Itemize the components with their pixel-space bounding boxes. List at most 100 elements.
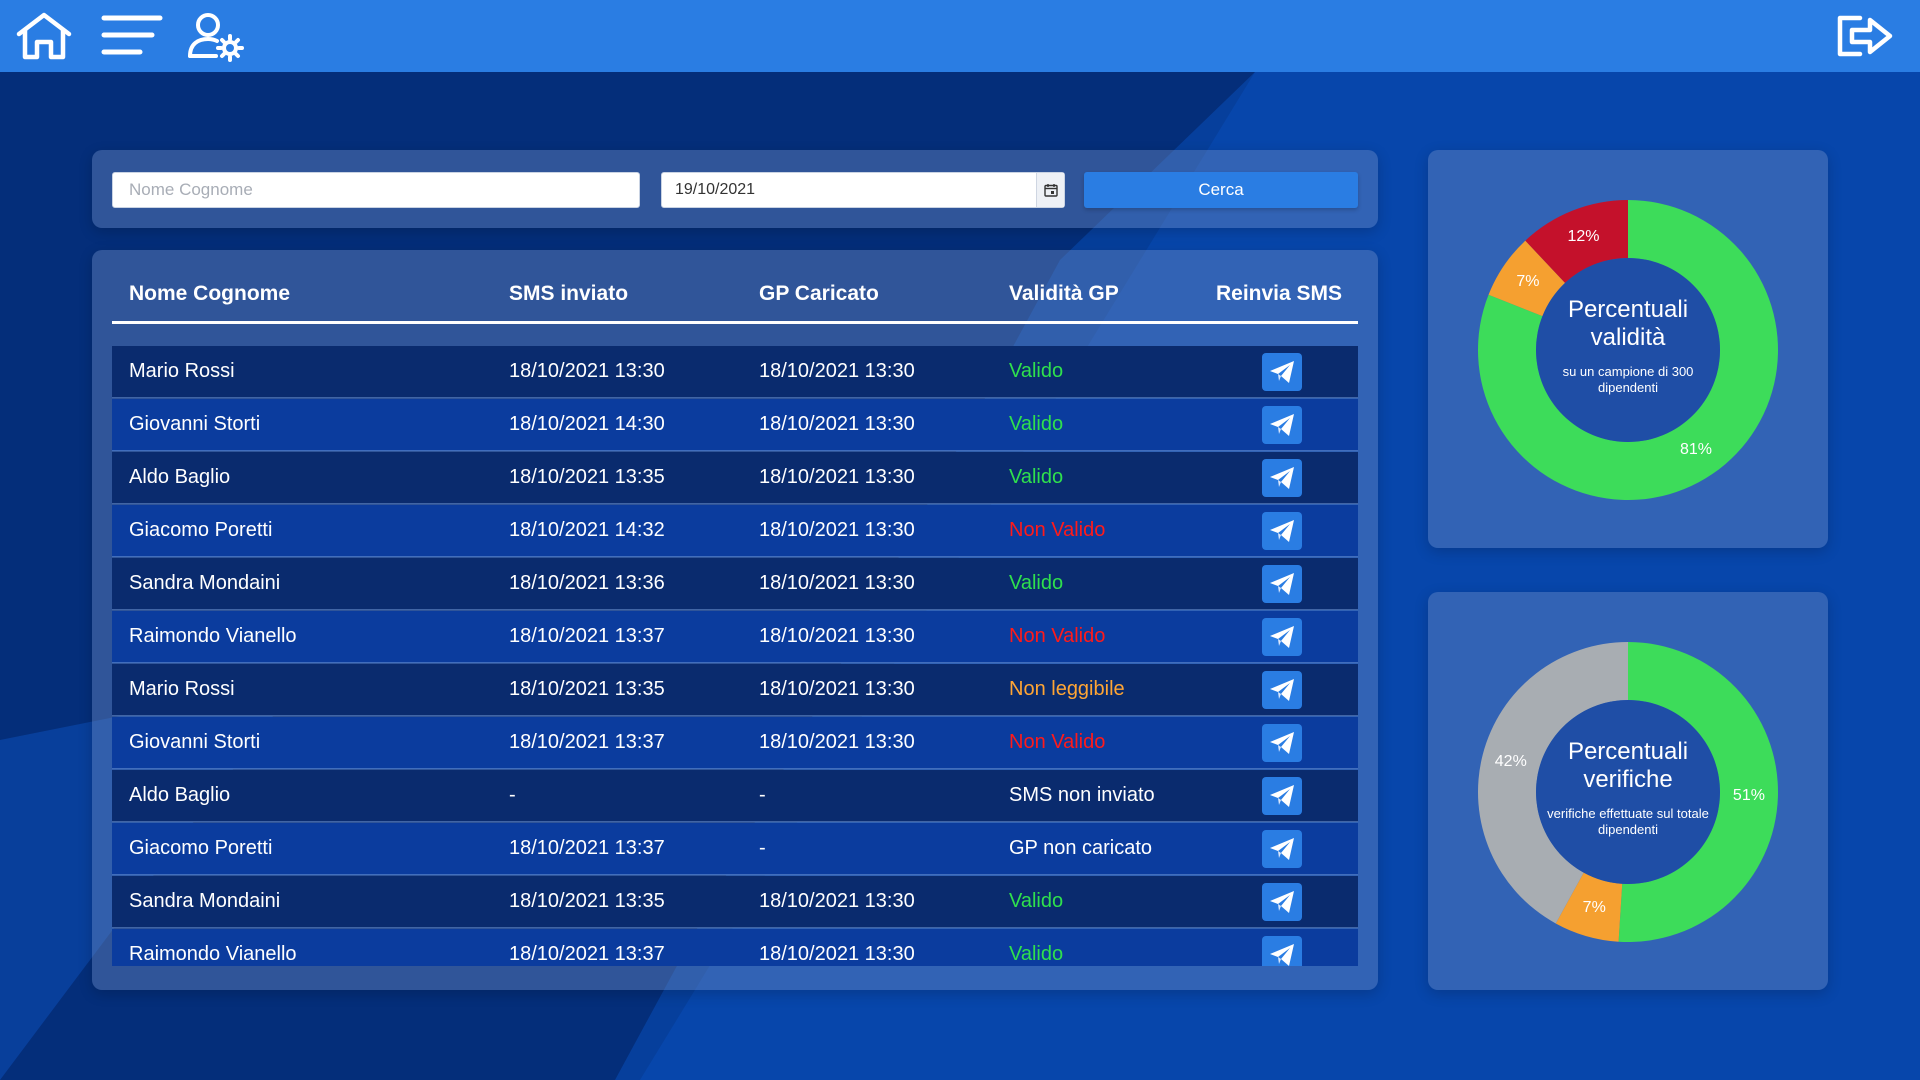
resend-sms-button[interactable] — [1262, 883, 1302, 921]
row-sms-sent: 18/10/2021 13:35 — [509, 678, 665, 700]
row-gp-uploaded: 18/10/2021 13:30 — [759, 943, 915, 965]
paper-plane-icon — [1270, 361, 1294, 383]
date-picker-field[interactable]: 19/10/2021 — [661, 172, 1065, 208]
row-sms-sent: 18/10/2021 14:30 — [509, 413, 665, 435]
resend-sms-button[interactable] — [1262, 830, 1302, 868]
top-navigation-bar — [0, 0, 1920, 72]
resend-sms-button[interactable] — [1262, 936, 1302, 966]
verification-donut-chart: Percentuali verifiche verifiche effettua… — [1428, 592, 1828, 990]
chart-subtitle: su un campione di 300 dipendenti — [1562, 364, 1694, 395]
home-icon[interactable] — [14, 10, 74, 62]
table-row[interactable]: Giovanni Storti 18/10/2021 14:30 18/10/202… — [112, 399, 1358, 451]
slice-label: 12% — [1567, 228, 1600, 246]
table-row[interactable]: Mario Rossi 18/10/2021 13:30 18/10/2021 13… — [112, 346, 1358, 398]
results-table: Nome Cognome SMS inviato GP Caricato Val… — [92, 250, 1378, 990]
resend-sms-button[interactable] — [1262, 565, 1302, 603]
validity-donut-chart: Percentuali validità su un campione di 3… — [1428, 150, 1828, 548]
table-row[interactable]: Sandra Mondaini 18/10/2021 13:36 18/10/202… — [112, 558, 1358, 610]
chart-subtitle: verifiche effettuate sul totale dipenden… — [1547, 806, 1709, 837]
user-settings-icon[interactable] — [186, 10, 246, 62]
row-validity: Valido — [1009, 890, 1064, 912]
row-validity: Non Valido — [1009, 625, 1106, 647]
row-validity: Valido — [1009, 360, 1064, 382]
paper-plane-icon — [1270, 467, 1294, 489]
table-row[interactable]: Mario Rossi 18/10/2021 13:35 18/10/2021 13… — [112, 664, 1358, 716]
table-row[interactable]: Raimondo Vianello 18/10/2021 13:37 18/10/2… — [112, 611, 1358, 663]
slice-label: 7% — [1516, 272, 1540, 290]
slice-label: 7% — [1582, 899, 1606, 917]
slice-label: 81% — [1679, 441, 1713, 459]
header-sms-sent: SMS inviato — [509, 282, 629, 305]
resend-sms-button[interactable] — [1262, 724, 1302, 762]
search-button[interactable]: Cerca — [1084, 172, 1358, 208]
row-name: Mario Rossi — [129, 360, 235, 382]
table-row[interactable]: Raimondo Vianello 18/10/2021 13:37 18/10/2… — [112, 929, 1358, 966]
paper-plane-icon — [1270, 944, 1294, 966]
row-gp-uploaded: 18/10/2021 13:30 — [759, 625, 915, 647]
chart-title: Percentuali verifiche — [1567, 738, 1689, 793]
resend-sms-button[interactable] — [1262, 459, 1302, 497]
table-header: Nome Cognome SMS inviato GP Caricato Val… — [112, 250, 1358, 324]
validity-chart-card: Percentuali validità su un campione di 3… — [1428, 150, 1828, 548]
row-sms-sent: 18/10/2021 13:37 — [509, 625, 665, 647]
row-name: Giovanni Storti — [129, 413, 261, 435]
row-sms-sent: 18/10/2021 13:37 — [509, 837, 665, 859]
header-gp-validity: Validità GP — [1009, 282, 1119, 305]
resend-sms-button[interactable] — [1262, 618, 1302, 656]
row-gp-uploaded: 18/10/2021 13:30 — [759, 890, 915, 912]
row-name: Sandra Mondaini — [129, 572, 281, 594]
row-gp-uploaded: 18/10/2021 13:30 — [759, 731, 915, 753]
row-name: Aldo Baglio — [129, 466, 231, 488]
table-row[interactable]: Giovanni Storti 18/10/2021 13:37 18/10/202… — [112, 717, 1358, 769]
row-sms-sent: 18/10/2021 13:35 — [509, 466, 665, 488]
row-validity: GP non caricato — [1009, 837, 1153, 859]
table-row[interactable]: Aldo Baglio - - SMS non inviato — [112, 770, 1358, 822]
paper-plane-icon — [1270, 785, 1294, 807]
resend-sms-button[interactable] — [1262, 777, 1302, 815]
row-name: Raimondo Vianello — [129, 625, 297, 647]
row-sms-sent: 18/10/2021 13:37 — [509, 943, 665, 965]
resend-sms-button[interactable] — [1262, 671, 1302, 709]
row-validity: Valido — [1009, 572, 1064, 594]
row-name: Aldo Baglio — [129, 784, 231, 806]
header-resend-sms: Reinvia SMS — [1216, 282, 1343, 305]
row-gp-uploaded: 18/10/2021 13:30 — [759, 413, 915, 435]
name-search-input[interactable] — [112, 172, 640, 208]
table-row[interactable]: Sandra Mondaini 18/10/2021 13:35 18/10/202… — [112, 876, 1358, 928]
chart-title: Percentuali validità — [1567, 296, 1689, 351]
row-gp-uploaded: 18/10/2021 13:30 — [759, 572, 915, 594]
calendar-icon[interactable] — [1036, 173, 1064, 207]
table-body[interactable]: Mario Rossi 18/10/2021 13:30 18/10/2021 13… — [112, 346, 1358, 966]
row-name: Raimondo Vianello — [129, 943, 297, 965]
row-sms-sent: 18/10/2021 13:37 — [509, 731, 665, 753]
row-validity: Valido — [1009, 413, 1064, 435]
row-gp-uploaded: 18/10/2021 13:30 — [759, 466, 915, 488]
row-validity: Valido — [1009, 943, 1064, 965]
verification-chart-card: Percentuali verifiche verifiche effettua… — [1428, 592, 1828, 990]
paper-plane-icon — [1270, 520, 1294, 542]
row-validity: Valido — [1009, 466, 1064, 488]
logout-icon[interactable] — [1834, 10, 1894, 62]
table-row[interactable]: Giacomo Poretti 18/10/2021 14:32 18/10/202… — [112, 505, 1358, 557]
header-gp-uploaded: GP Caricato — [759, 282, 879, 305]
row-name: Giacomo Poretti — [129, 519, 273, 541]
table-row[interactable]: Aldo Baglio 18/10/2021 13:35 18/10/2021 13… — [112, 452, 1358, 504]
row-name: Mario Rossi — [129, 678, 235, 700]
slice-label: 51% — [1732, 786, 1765, 804]
resend-sms-button[interactable] — [1262, 512, 1302, 550]
paper-plane-icon — [1270, 573, 1294, 595]
row-gp-uploaded: 18/10/2021 13:30 — [759, 519, 915, 541]
table-row[interactable]: Giacomo Poretti 18/10/2021 13:37 - GP non c… — [112, 823, 1358, 875]
row-name: Giovanni Storti — [129, 731, 261, 753]
resend-sms-button[interactable] — [1262, 353, 1302, 391]
search-panel: 19/10/2021 Cerca — [92, 150, 1378, 228]
paper-plane-icon — [1270, 626, 1294, 648]
row-validity: SMS non inviato — [1009, 784, 1155, 806]
menu-icon[interactable] — [100, 10, 164, 62]
resend-sms-button[interactable] — [1262, 406, 1302, 444]
row-gp-uploaded: 18/10/2021 13:30 — [759, 360, 915, 382]
row-validity: Non Valido — [1009, 519, 1106, 541]
date-value[interactable]: 19/10/2021 — [662, 181, 1036, 199]
row-sms-sent: 18/10/2021 13:30 — [509, 360, 665, 382]
row-name: Giacomo Poretti — [129, 837, 273, 859]
